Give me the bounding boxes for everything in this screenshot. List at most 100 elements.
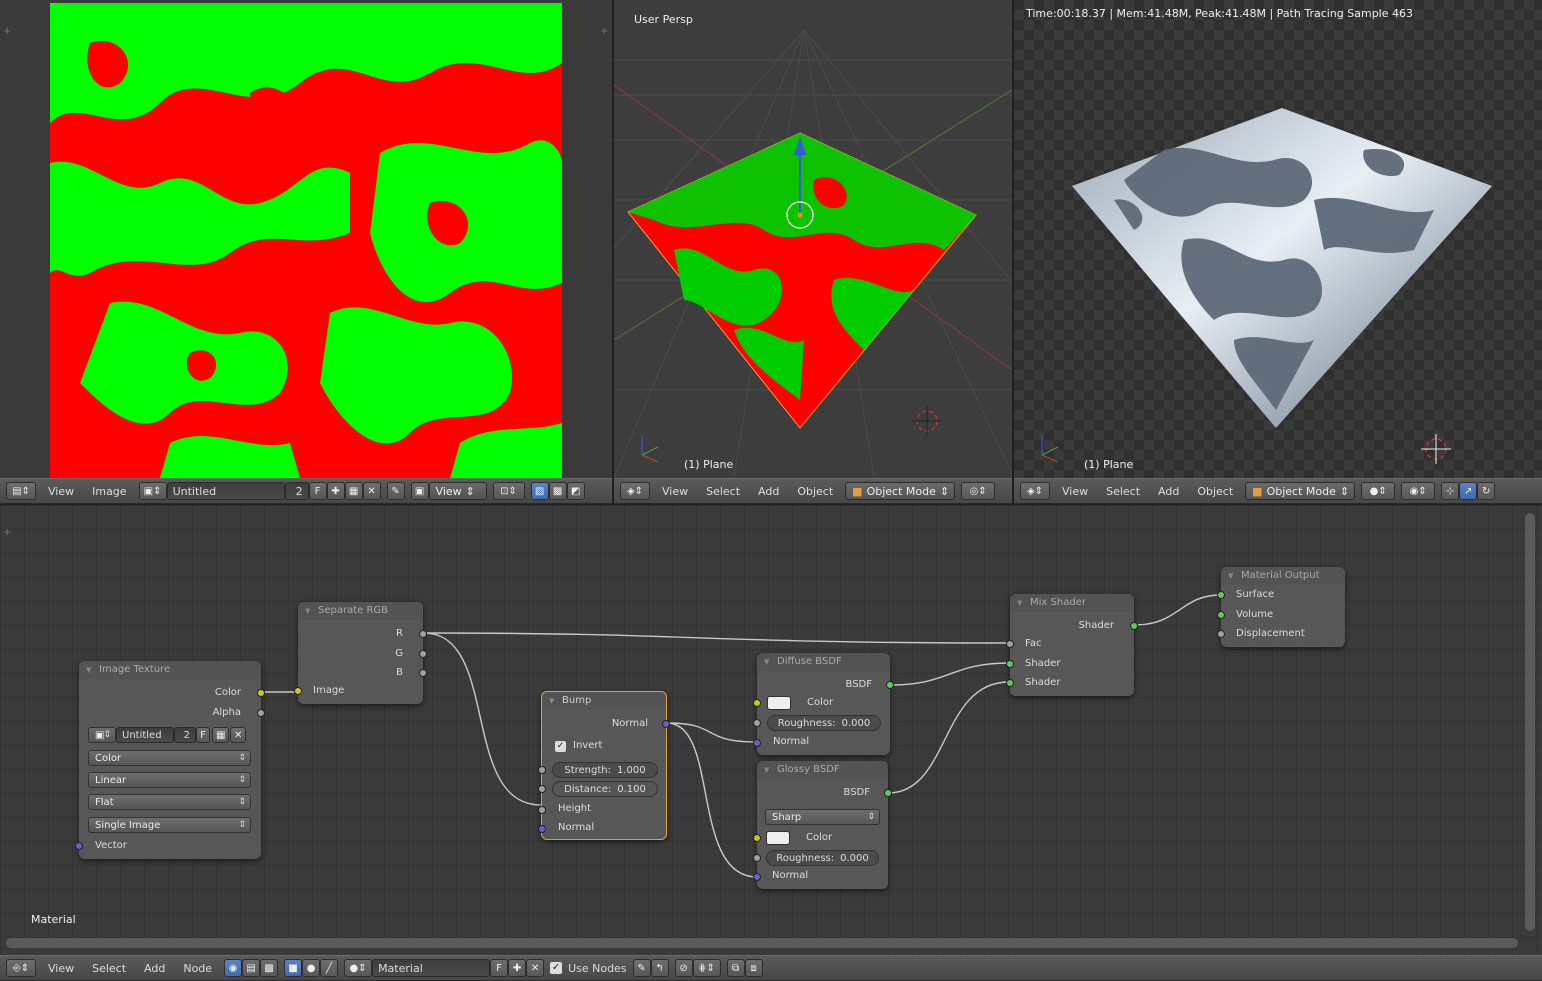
shader1-input-socket[interactable] — [1006, 660, 1014, 668]
volume-input-socket[interactable] — [1217, 611, 1225, 619]
shader-output-socket[interactable] — [1130, 622, 1138, 630]
new-material-icon[interactable]: ✚ — [508, 959, 527, 977]
object-shader-icon[interactable]: ■ — [284, 959, 303, 977]
open-image-icon[interactable]: ▦ — [344, 482, 363, 500]
roughness-input-socket[interactable] — [753, 719, 761, 727]
node-title[interactable]: Bump — [542, 692, 666, 710]
menu-node[interactable]: Node — [177, 962, 218, 975]
view-dropdown[interactable]: View ⇕ — [428, 482, 487, 500]
image-browse-icon[interactable]: ▣ — [88, 727, 116, 743]
color-swatch[interactable] — [766, 831, 790, 845]
alpha-icon[interactable]: ▩ — [548, 482, 567, 500]
image-browse-icon[interactable]: ▣⇕ — [138, 482, 167, 500]
paste-nodes-icon[interactable]: ⧈ — [744, 959, 763, 977]
distance-input-socket[interactable] — [538, 785, 546, 793]
menu-select[interactable]: Select — [1100, 485, 1146, 498]
image-name-field[interactable]: Untitled — [116, 727, 174, 743]
node-title[interactable]: Diffuse BSDF — [757, 653, 890, 671]
mix-shader-node[interactable]: Mix Shader Shader Fac Shader Shader — [1006, 594, 1138, 696]
menu-object[interactable]: Object — [791, 485, 839, 498]
texture-nodes-icon[interactable]: ▩ — [260, 959, 279, 977]
unlink-icon[interactable]: ✕ — [362, 482, 381, 500]
invert-checkbox[interactable]: ✓ — [555, 741, 566, 752]
projection-dropdown[interactable]: Flat — [88, 794, 251, 810]
image-texture-node[interactable]: Image Texture Color Alpha ▣ Untitled 2 F… — [75, 661, 265, 859]
material-output-node[interactable]: Material Output Surface Volume Displacem… — [1217, 567, 1345, 647]
height-input-socket[interactable] — [538, 806, 546, 814]
mode-dropdown[interactable]: ■ Object Mode ⇕ — [1245, 482, 1356, 500]
horizontal-scrollbar[interactable] — [6, 938, 1518, 948]
unlink-icon[interactable]: ✕ — [230, 727, 247, 743]
mode-dropdown[interactable]: ■ Object Mode ⇕ — [845, 482, 956, 500]
vertical-scrollbar[interactable] — [1525, 513, 1535, 931]
shader-nodes-icon[interactable]: ◉ — [224, 959, 243, 977]
roughness-field[interactable]: Roughness: 0.000 — [766, 850, 879, 866]
menu-view[interactable]: View — [42, 485, 80, 498]
corner-widget-icon[interactable]: + — [3, 26, 11, 37]
menu-select[interactable]: Select — [700, 485, 746, 498]
bsdf-output-socket[interactable] — [886, 681, 894, 689]
roughness-input-socket[interactable] — [753, 854, 761, 862]
node-title[interactable]: Material Output — [1221, 567, 1345, 585]
image-name-field[interactable]: Untitled — [166, 482, 285, 500]
linestyle-icon[interactable]: ╱ — [320, 959, 339, 977]
surface-input-socket[interactable] — [1217, 591, 1225, 599]
node-title[interactable]: Image Texture — [79, 661, 261, 679]
menu-image[interactable]: Image — [86, 485, 132, 498]
sample-icon[interactable]: ◩ — [566, 482, 585, 500]
g-output-socket[interactable] — [419, 650, 427, 658]
corner-widget-icon[interactable]: + — [600, 26, 608, 37]
snap-icon[interactable]: ⊘ — [674, 959, 693, 977]
material-name-field[interactable]: Material — [372, 959, 491, 977]
unlink-icon[interactable]: ✕ — [526, 959, 545, 977]
pin-icon[interactable]: ✎ — [632, 959, 651, 977]
color-output-socket[interactable] — [257, 689, 265, 697]
menu-add[interactable]: Add — [752, 485, 785, 498]
draw-channels-icon[interactable]: ▨ — [530, 482, 549, 500]
menu-add[interactable]: Add — [1152, 485, 1185, 498]
r-output-socket[interactable] — [419, 630, 427, 638]
image-editor-viewport[interactable]: + + — [0, 0, 612, 478]
pivot-icon[interactable]: ⊡⇕ — [492, 482, 525, 500]
pin-icon[interactable]: ✎ — [386, 482, 405, 500]
color-space-dropdown[interactable]: Color — [88, 750, 251, 766]
material-browse-icon[interactable]: ●⇕ — [344, 959, 373, 977]
go-parent-icon[interactable]: ↰ — [650, 959, 669, 977]
normal-output-socket[interactable] — [662, 720, 670, 728]
node-editor[interactable]: Image Texture Color Alpha ▣ Untitled 2 F… — [0, 505, 1542, 955]
menu-view[interactable]: View — [1056, 485, 1094, 498]
view-mode-icon[interactable]: ▣ — [410, 482, 429, 500]
bump-node[interactable]: Bump Normal ✓ Invert Strength: 1.000 Dist… — [538, 691, 670, 840]
world-shader-icon[interactable]: ● — [302, 959, 321, 977]
alpha-output-socket[interactable] — [257, 709, 265, 717]
color-input-socket[interactable] — [753, 834, 761, 842]
open-image-icon[interactable]: ▦ — [212, 727, 230, 743]
rotate-icon[interactable]: ↻ — [1477, 482, 1496, 500]
strength-field[interactable]: Strength: 1.000 — [552, 762, 658, 778]
glossy-bsdf-node[interactable]: Glossy BSDF BSDF Sharp Color Roughness: 0… — [753, 761, 892, 889]
node-title[interactable]: Mix Shader — [1010, 594, 1134, 612]
rendered-viewport[interactable]: Time:00:18.37 | Mem:41.48M, Peak:41.48M … — [1014, 0, 1542, 478]
manipulator-icon[interactable]: ⊹ — [1441, 482, 1460, 500]
roughness-field[interactable]: Roughness: 0.000 — [767, 715, 881, 731]
menu-object[interactable]: Object — [1191, 485, 1239, 498]
menu-view[interactable]: View — [656, 485, 694, 498]
editor-type-icon[interactable]: ◈⇕ — [620, 482, 650, 500]
area-divider[interactable] — [612, 0, 614, 505]
area-divider[interactable] — [1012, 0, 1014, 505]
image-input-socket[interactable] — [294, 687, 302, 695]
source-dropdown[interactable]: Single Image — [88, 817, 251, 833]
vector-input-socket[interactable] — [75, 842, 83, 850]
fake-user-button[interactable]: F — [308, 482, 327, 500]
distribution-dropdown[interactable]: Sharp — [765, 809, 880, 825]
bsdf-output-socket[interactable] — [884, 789, 892, 797]
normal-input-socket[interactable] — [753, 873, 761, 881]
use-nodes-checkbox[interactable]: ✓ — [550, 962, 563, 974]
copy-nodes-icon[interactable]: ⧉ — [726, 959, 745, 977]
node-title[interactable]: Glossy BSDF — [757, 761, 888, 779]
snap-element-icon[interactable]: ⋕⇕ — [692, 959, 721, 977]
normal-input-socket[interactable] — [753, 739, 761, 747]
menu-add[interactable]: Add — [138, 962, 171, 975]
fake-user-button[interactable]: F — [490, 959, 509, 977]
pivot-point-icon[interactable]: ◉⇕ — [1401, 482, 1436, 500]
